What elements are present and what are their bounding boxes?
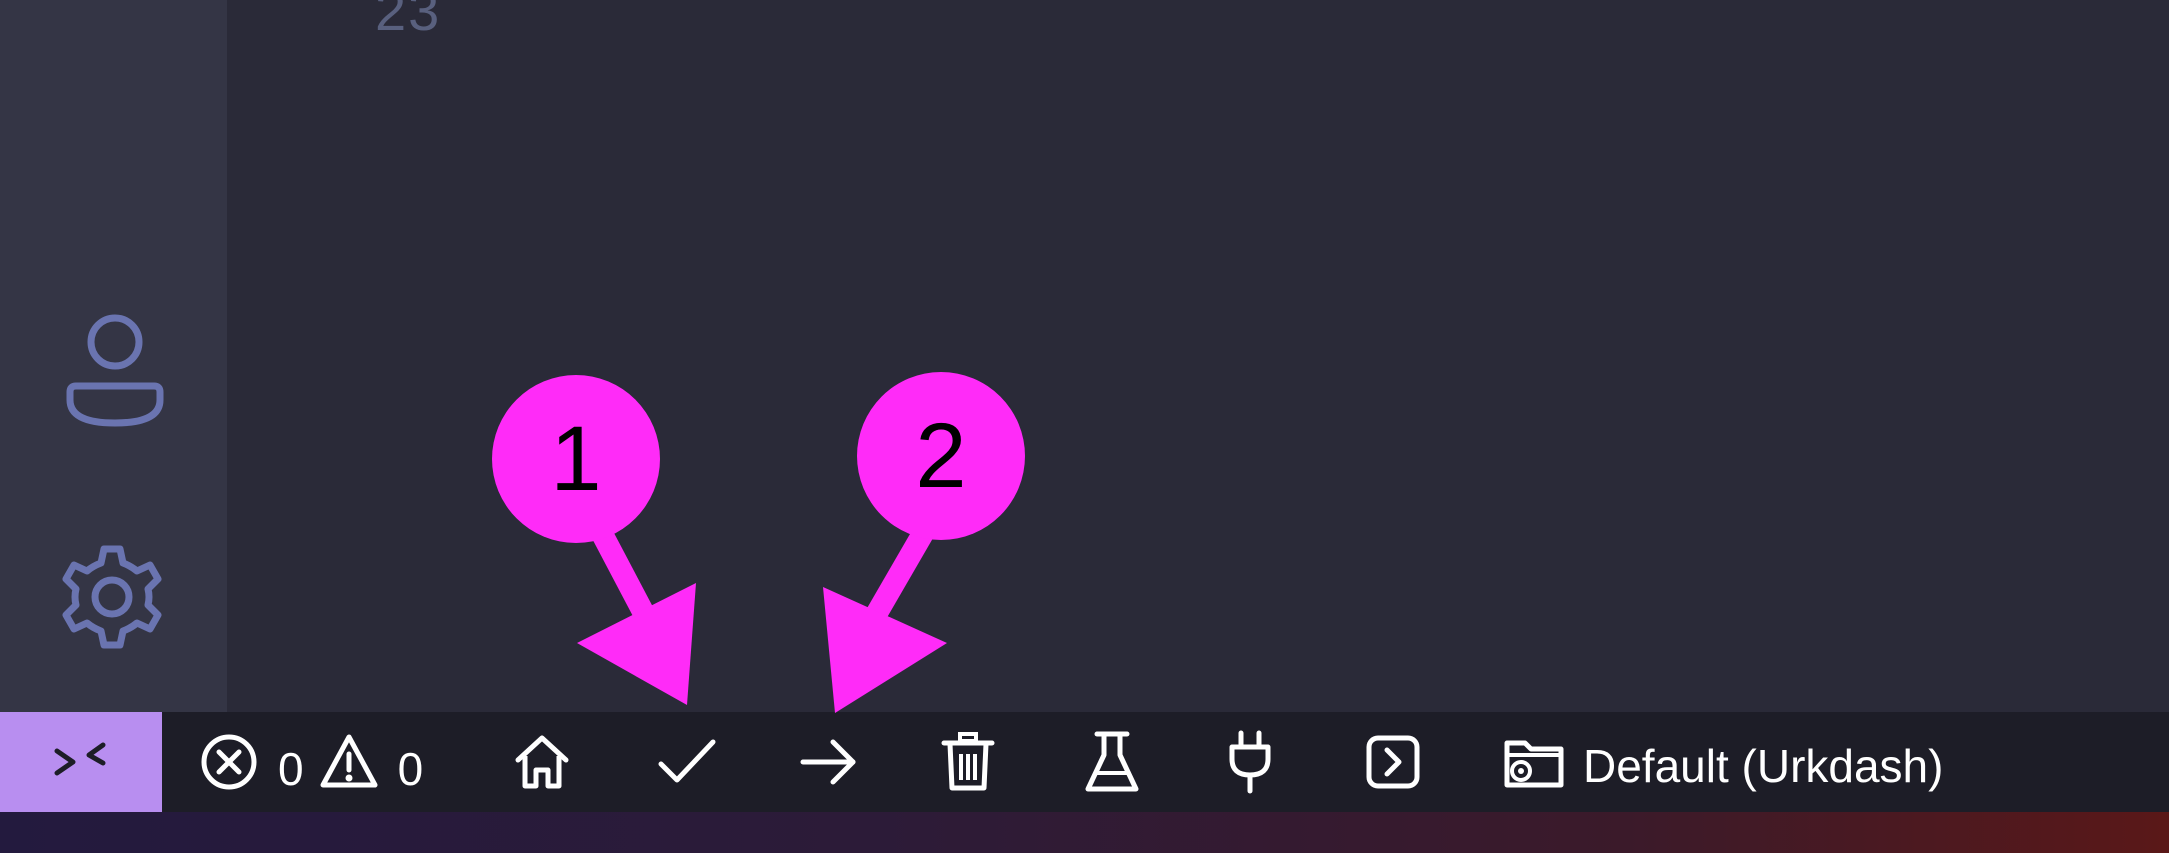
callout-arrows [577, 524, 947, 713]
callout-2-arrow-shaft [860, 524, 935, 631]
callout-2: 2 [857, 372, 1025, 540]
callout-1: 1 [492, 375, 660, 543]
